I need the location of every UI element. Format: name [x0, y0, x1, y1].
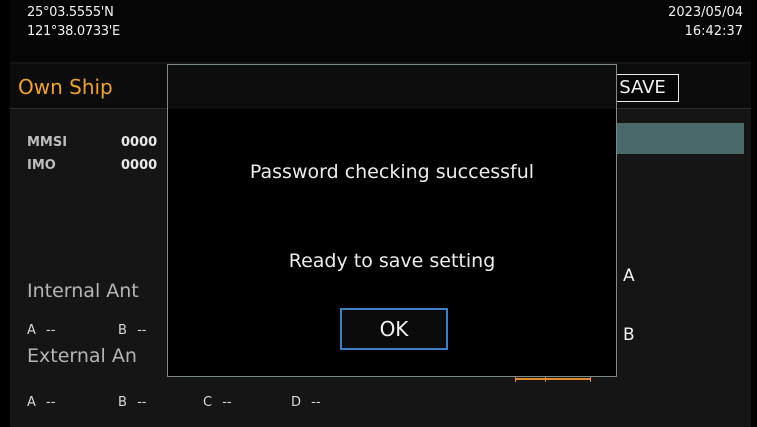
- dimension-label-b: B: [623, 325, 635, 345]
- latitude-readout: 25°03.5555'N: [27, 5, 114, 20]
- internal-antenna-title: Internal Ant: [27, 280, 139, 302]
- dimension-line: [515, 378, 590, 380]
- external-antenna-a-value: --: [46, 395, 56, 410]
- external-antenna-d-value: --: [311, 395, 321, 410]
- time-readout: 16:42:37: [684, 24, 743, 39]
- dialog-submessage: Ready to save setting: [288, 250, 496, 272]
- internal-antenna-a-value: --: [46, 323, 56, 338]
- external-antenna-title: External An: [27, 345, 137, 367]
- internal-antenna-b-value: --: [137, 323, 147, 338]
- own-ship-screen: 25°03.5555'N 121°38.0733'E 2023/05/04 16…: [10, 0, 751, 427]
- external-antenna-a-label: A: [27, 395, 36, 410]
- longitude-readout: 121°38.0733'E: [27, 24, 120, 39]
- mmsi-value[interactable]: 0000: [121, 135, 157, 150]
- dialog-message: Password checking successful: [249, 161, 535, 183]
- date-readout: 2023/05/04: [668, 5, 743, 20]
- imo-value[interactable]: 0000: [121, 158, 157, 173]
- external-antenna-d-label: D: [291, 395, 302, 410]
- dimension-label-a: A: [623, 266, 635, 286]
- selected-field-highlight[interactable]: [604, 123, 744, 154]
- internal-antenna-b[interactable]: B --: [118, 323, 146, 338]
- password-dialog: Password checking successful Ready to sa…: [167, 64, 617, 377]
- imo-label: IMO: [27, 158, 56, 173]
- external-antenna-c-value: --: [222, 395, 232, 410]
- external-antenna-d[interactable]: D --: [291, 395, 321, 410]
- external-antenna-b-value: --: [137, 395, 147, 410]
- internal-antenna-b-label: B: [118, 323, 127, 338]
- external-antenna-c[interactable]: C --: [203, 395, 232, 410]
- external-antenna-c-label: C: [203, 395, 213, 410]
- external-antenna-a[interactable]: A --: [27, 395, 55, 410]
- external-antenna-b[interactable]: B --: [118, 395, 146, 410]
- page-title: Own Ship: [18, 75, 113, 99]
- internal-antenna-a-label: A: [27, 323, 36, 338]
- ok-button[interactable]: OK: [340, 308, 448, 350]
- status-bar: 25°03.5555'N 121°38.0733'E 2023/05/04 16…: [10, 0, 751, 62]
- external-antenna-b-label: B: [118, 395, 127, 410]
- dialog-header: [168, 65, 616, 109]
- internal-antenna-a[interactable]: A --: [27, 323, 55, 338]
- mmsi-label: MMSI: [27, 135, 68, 150]
